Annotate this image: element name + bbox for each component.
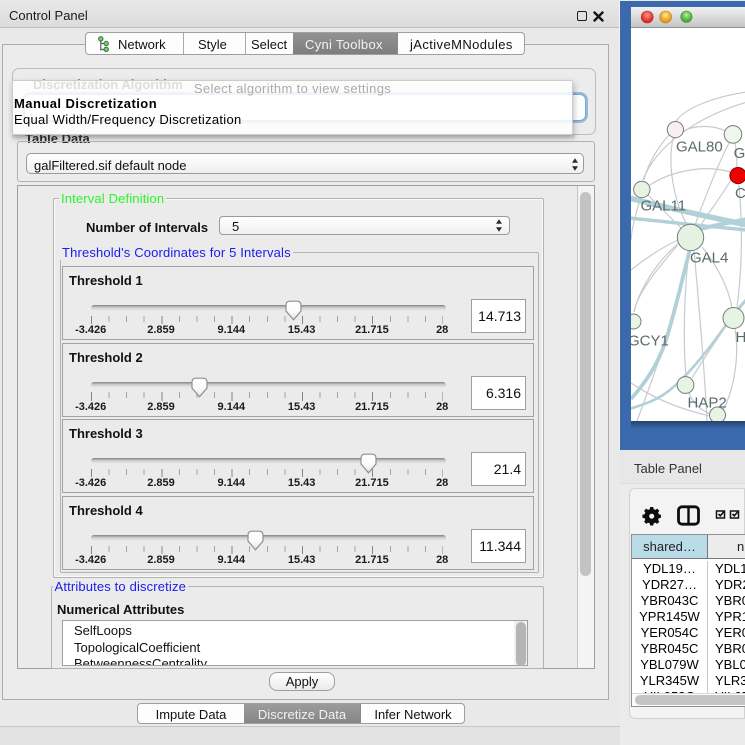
svg-text:H: H [736,329,745,346]
svg-text:HAP2: HAP2 [688,395,727,412]
svg-text:GAL80: GAL80 [676,139,723,156]
svg-text:GCY1: GCY1 [631,333,669,350]
svg-text:GAL11: GAL11 [641,198,687,215]
svg-text:GA: GA [734,145,745,162]
svg-text:C: C [735,185,745,202]
svg-text:GAL4: GAL4 [690,250,728,267]
